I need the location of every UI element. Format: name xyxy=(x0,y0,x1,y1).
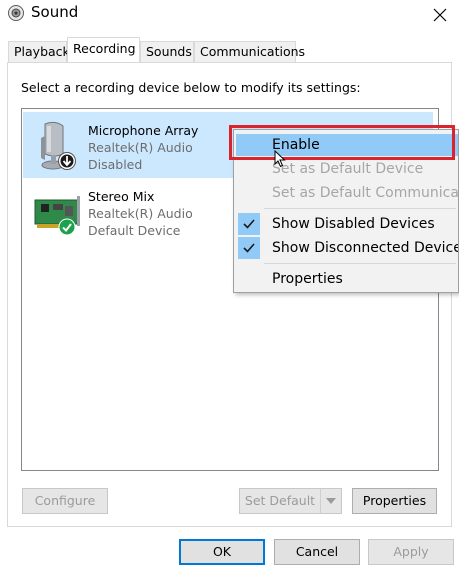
tab-sounds[interactable]: Sounds xyxy=(140,41,194,62)
context-menu: Enable Set as Default Device Set as Defa… xyxy=(233,129,459,293)
tab-communications[interactable]: Communications xyxy=(194,41,305,62)
down-arrow-badge-icon xyxy=(58,152,76,170)
title-bar: Sound xyxy=(0,0,459,30)
set-default-dropdown-button[interactable] xyxy=(320,488,342,514)
device-status: Default Device xyxy=(88,223,181,238)
speaker-icon xyxy=(8,5,24,21)
menu-item-label: Show Disconnected Devices xyxy=(272,240,459,256)
apply-button[interactable]: Apply xyxy=(368,539,454,565)
menu-item-show-disconnected-devices[interactable]: Show Disconnected Devices xyxy=(236,237,458,259)
device-status: Disabled xyxy=(88,157,143,172)
menu-item-properties[interactable]: Properties xyxy=(236,268,458,290)
device-name: Microphone Array xyxy=(88,123,199,138)
configure-button[interactable]: Configure xyxy=(22,488,108,514)
cancel-button[interactable]: Cancel xyxy=(274,539,360,565)
menu-item-enable[interactable]: Enable xyxy=(236,134,458,156)
tab-recording[interactable]: Recording xyxy=(67,37,140,62)
device-driver: Realtek(R) Audio xyxy=(88,140,193,155)
menu-item-label: Show Disabled Devices xyxy=(272,216,435,232)
set-default-button[interactable]: Set Default xyxy=(239,488,321,514)
menu-separator xyxy=(264,263,456,264)
tab-playback[interactable]: Playback xyxy=(8,41,70,62)
instruction-text: Select a recording device below to modif… xyxy=(21,80,361,95)
mouse-pointer-icon xyxy=(274,150,286,168)
window-title: Sound xyxy=(31,3,79,21)
menu-item-set-default-device[interactable]: Set as Default Device xyxy=(236,158,458,180)
close-button[interactable] xyxy=(420,0,459,30)
menu-separator xyxy=(264,208,456,209)
ok-button[interactable]: OK xyxy=(179,539,265,565)
checkmark-icon xyxy=(238,237,260,259)
checkmark-icon xyxy=(238,213,260,235)
close-icon xyxy=(433,8,446,22)
chevron-down-icon xyxy=(326,498,336,504)
properties-button[interactable]: Properties xyxy=(352,488,437,514)
device-driver: Realtek(R) Audio xyxy=(88,206,193,221)
device-name: Stereo Mix xyxy=(88,189,155,204)
menu-item-show-disabled-devices[interactable]: Show Disabled Devices xyxy=(236,213,458,235)
green-check-badge-icon xyxy=(58,218,76,236)
menu-item-set-default-communication-device[interactable]: Set as Default Communication Device xyxy=(236,182,458,204)
